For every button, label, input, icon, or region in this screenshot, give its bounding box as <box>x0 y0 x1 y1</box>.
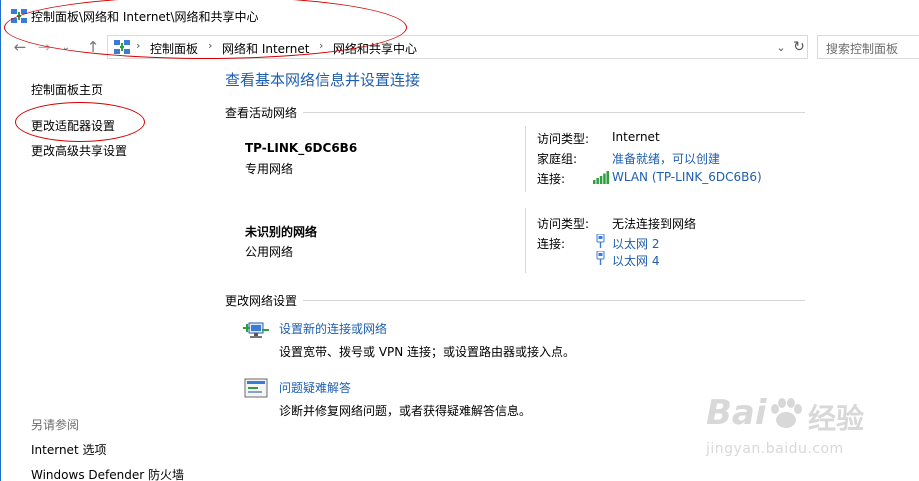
homegroup-link[interactable]: 准备就绪，可以创建 <box>612 150 720 167</box>
connection-label: 连接: <box>537 237 566 251</box>
watermark-url: jingyan.baidu.com <box>706 441 844 457</box>
sidebar-item-control-panel-home[interactable]: 控制面板主页 <box>31 81 103 98</box>
refresh-icon[interactable]: ↻ <box>791 38 807 56</box>
network-divider <box>525 208 526 273</box>
network-name: 未识别的网络 <box>245 225 318 239</box>
ethernet-4-link[interactable]: 以太网 4 <box>612 252 659 269</box>
connection-label: 连接: <box>537 172 566 186</box>
watermark: Bai 经验 jingyan.baidu.com <box>702 393 892 465</box>
paw-logo-icon <box>771 398 802 428</box>
see-also-internet-options[interactable]: Internet 选项 <box>31 441 106 458</box>
access-type-label: 访问类型: <box>537 132 590 146</box>
wifi-signal-icon <box>593 171 609 184</box>
wlan-connection-link[interactable]: WLAN (TP-LINK_6DC6B6) <box>612 170 762 184</box>
address-dropdown-icon[interactable]: ⌄ <box>774 40 788 54</box>
ethernet-icon <box>596 251 605 265</box>
annotation-ellipse <box>15 102 145 142</box>
sidebar-item-advanced-sharing[interactable]: 更改高级共享设置 <box>31 142 127 159</box>
troubleshoot-icon <box>244 378 268 398</box>
access-type-value: Internet <box>612 130 660 144</box>
change-network-settings-label: 更改网络设置 <box>225 294 298 308</box>
ethernet-icon <box>596 234 605 248</box>
active-networks-label: 查看活动网络 <box>225 106 298 120</box>
access-type-label: 访问类型: <box>537 217 590 231</box>
section-divider <box>303 300 805 301</box>
troubleshoot-description: 诊断并修复网络问题，或者获得疑难解答信息。 <box>279 404 532 418</box>
watermark-brand-suffix: 经验 <box>808 402 865 435</box>
network-divider <box>525 126 526 192</box>
search-placeholder: 搜索控制面板 <box>826 42 899 56</box>
ethernet-2-link[interactable]: 以太网 2 <box>612 235 659 252</box>
access-type-value: 无法连接到网络 <box>612 217 697 231</box>
troubleshoot-link[interactable]: 问题疑难解答 <box>279 379 351 396</box>
window-border <box>0 0 1 481</box>
section-divider <box>303 112 805 113</box>
setup-new-connection-link[interactable]: 设置新的连接或网络 <box>279 320 387 337</box>
network-setup-icon <box>243 322 269 338</box>
watermark-brand: Bai <box>706 393 767 433</box>
see-also-windows-defender-firewall[interactable]: Windows Defender 防火墙 <box>31 466 184 481</box>
homegroup-label: 家庭组: <box>537 152 578 166</box>
network-name: TP-LINK_6DC6B6 <box>245 141 358 155</box>
setup-new-connection-description: 设置宽带、拨号或 VPN 连接；或设置路由器或接入点。 <box>279 345 576 359</box>
page-title: 查看基本网络信息并设置连接 <box>225 71 421 89</box>
see-also-heading: 另请参阅 <box>31 418 80 432</box>
search-box[interactable]: 搜索控制面板 <box>817 35 919 59</box>
network-category: 公用网络 <box>245 245 294 259</box>
network-category[interactable]: 专用网络 <box>245 160 293 177</box>
